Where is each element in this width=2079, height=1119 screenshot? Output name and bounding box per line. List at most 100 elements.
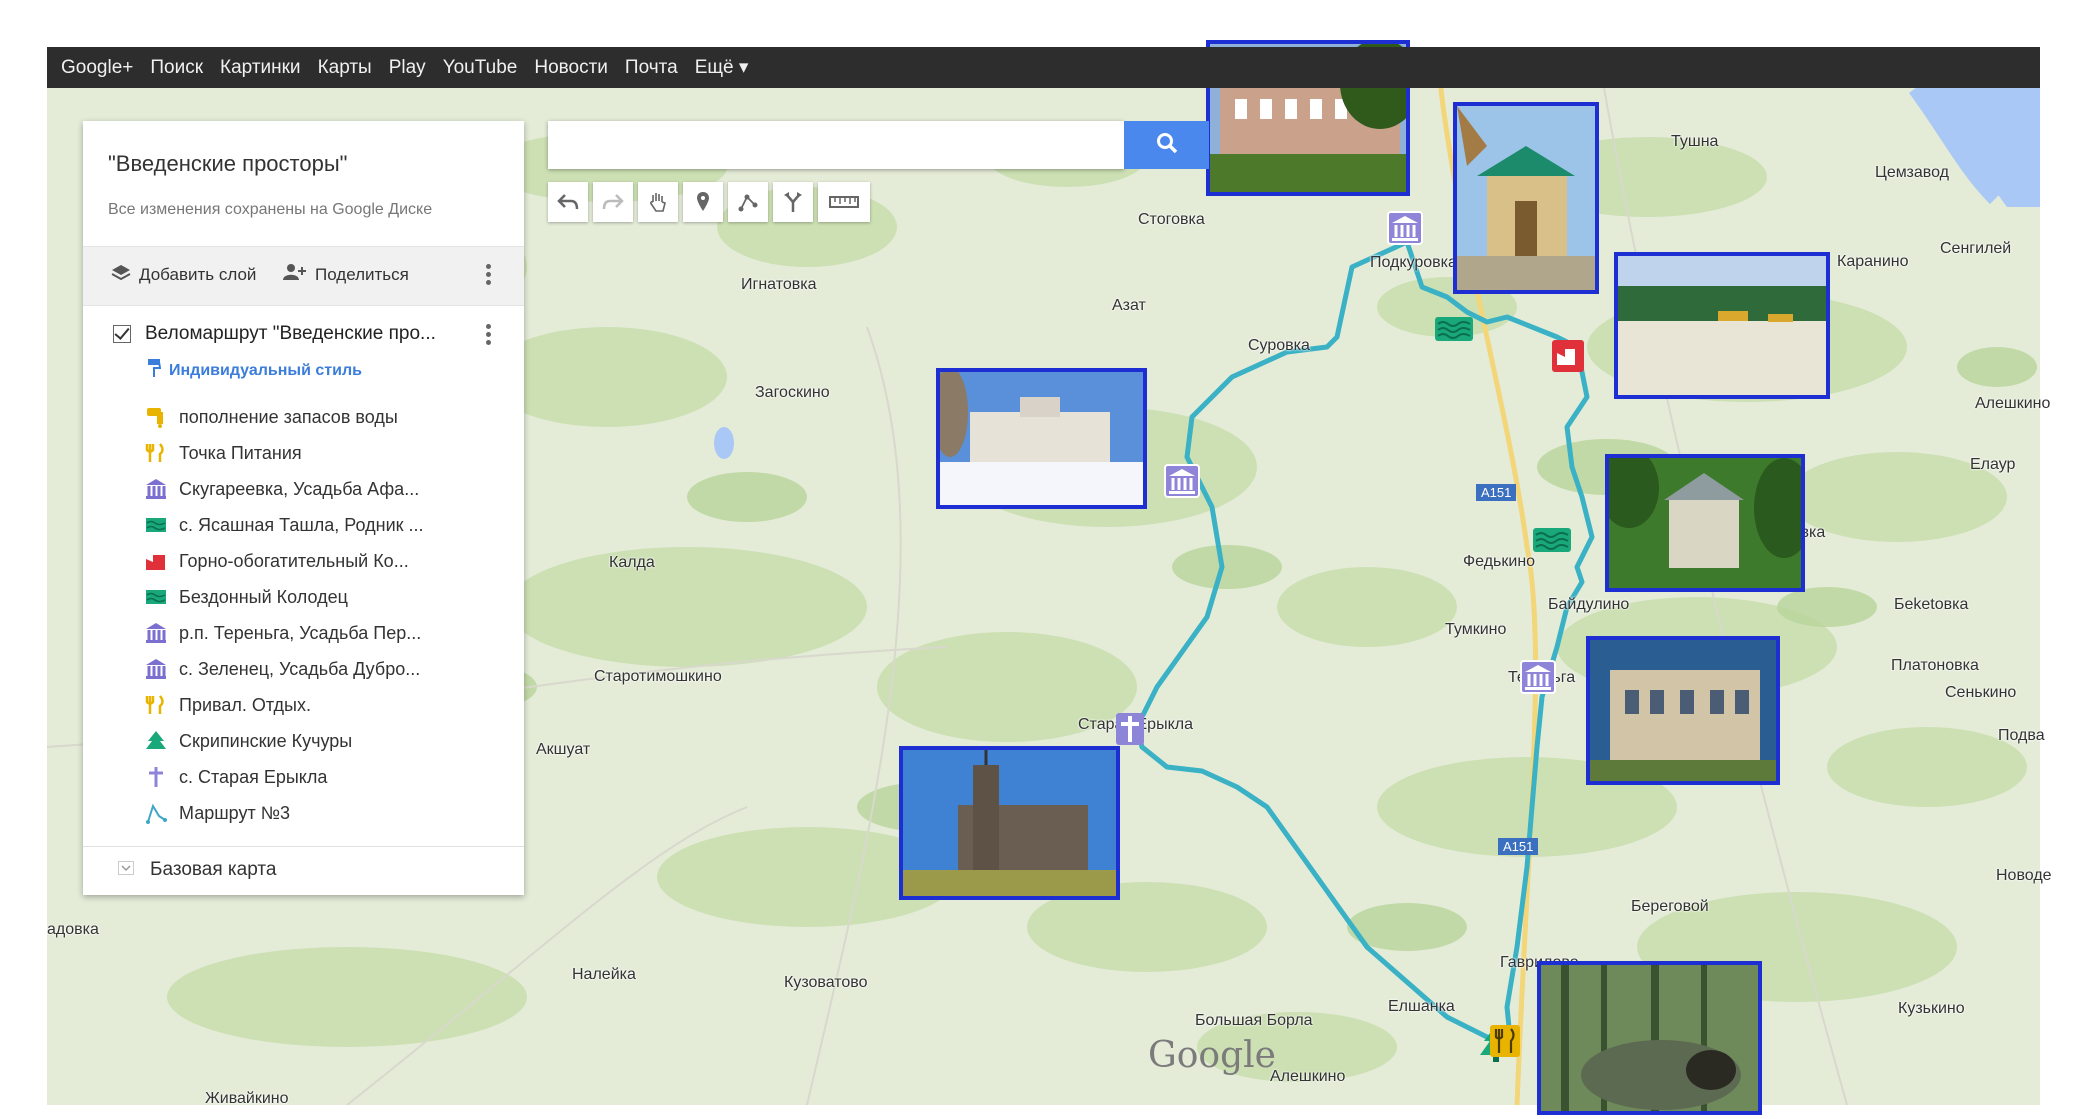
place-label: Каранино — [1837, 253, 1909, 270]
undo-button[interactable] — [548, 182, 588, 222]
legend-item[interactable]: с. Старая Ерыкла — [145, 759, 424, 795]
museum-icon — [1164, 464, 1200, 498]
museum-marker[interactable] — [1164, 464, 1200, 503]
museum-marker[interactable] — [1387, 211, 1423, 250]
place-label: Игнатовка — [741, 276, 817, 293]
legend-item[interactable]: Горно-обогатительный Ко... — [145, 543, 424, 579]
legend-item-label: Горно-обогатительный Ко... — [179, 550, 409, 571]
search-button[interactable] — [1124, 121, 1209, 169]
photo-spring-pavilion[interactable] — [1453, 102, 1599, 294]
draw-line-button[interactable] — [728, 182, 768, 222]
photo-mining-plant[interactable] — [1614, 252, 1830, 399]
legend-item[interactable]: Бездонный Колодец — [145, 579, 424, 615]
search-icon — [1156, 132, 1178, 159]
legend-item[interactable]: Точка Питания — [145, 435, 424, 471]
topbar-link-maps[interactable]: Карты — [318, 57, 372, 79]
factory-icon — [145, 550, 167, 572]
place-label: Беketовка — [1894, 596, 1969, 613]
topbar-link-more[interactable]: Ещё ▾ — [695, 56, 749, 79]
layer-row[interactable]: Веломаршрут "Введенские про... — [113, 316, 513, 352]
add-layer-button[interactable]: Добавить слой — [111, 263, 256, 286]
legend-item[interactable]: р.п. Тереньга, Усадьба Пер... — [145, 615, 424, 651]
photo-church-staraya-erykla[interactable] — [899, 746, 1120, 900]
place-label: Алешкино — [1270, 1068, 1346, 1085]
legend-item[interactable]: с. Зеленец, Усадьба Дубро... — [145, 651, 424, 687]
topbar-link-youtube[interactable]: YouTube — [443, 57, 518, 79]
place-label: Береговой — [1631, 898, 1709, 915]
legend-item-label: пополнение запасов воды — [179, 406, 398, 427]
legend-item-label: с. Ясашная Ташла, Родник ... — [179, 514, 424, 535]
pan-button[interactable] — [638, 182, 678, 222]
measure-button[interactable] — [818, 182, 870, 222]
place-label: адовка — [47, 921, 99, 938]
place-label: Старотимошкино — [594, 668, 722, 685]
fork-knife-icon — [145, 694, 167, 716]
undo-icon — [557, 194, 579, 210]
factory-marker[interactable] — [1551, 339, 1585, 378]
food-marker[interactable] — [1490, 1025, 1520, 1062]
add-marker-button[interactable] — [683, 182, 723, 222]
cross-icon — [1116, 713, 1144, 745]
place-label: Подкуровка — [1370, 254, 1457, 271]
topbar-link-search[interactable]: Поиск — [150, 57, 203, 79]
save-status: Все изменения сохранены на Google Диске — [108, 201, 433, 218]
search-input[interactable] — [548, 121, 1124, 169]
layer-menu-icon[interactable] — [486, 321, 492, 348]
legend-item-label: Скрипинские Кучуры — [179, 730, 353, 751]
share-label: Поделиться — [315, 264, 409, 284]
topbar-link-googleplus[interactable]: Google+ — [61, 57, 133, 79]
redo-button[interactable] — [593, 182, 633, 222]
legend-item[interactable]: пополнение запасов воды — [145, 399, 424, 435]
layers-icon — [111, 263, 131, 286]
style-link[interactable]: Индивидуальный стиль — [147, 358, 362, 383]
place-label: Тумкино — [1445, 621, 1507, 638]
water-tap-icon — [145, 406, 167, 428]
add-layer-label: Добавить слой — [139, 264, 257, 284]
topbar-link-mail[interactable]: Почта — [625, 57, 678, 79]
place-label: Платоновка — [1891, 657, 1979, 674]
place-label: Суровка — [1248, 337, 1310, 354]
water-marker[interactable] — [1532, 527, 1572, 558]
photo-bottomless-well[interactable] — [1605, 454, 1805, 592]
directions-button[interactable] — [773, 182, 813, 222]
map-title[interactable]: "Введенские просторы" — [108, 151, 347, 177]
fork-knife-icon — [1490, 1025, 1520, 1057]
map-pin-icon — [697, 192, 709, 211]
photo-skripinskie-kuchury[interactable] — [1537, 961, 1762, 1115]
cross-marker[interactable] — [1116, 713, 1144, 750]
place-label: Кузькино — [1898, 1000, 1965, 1017]
panel-actions-bar: Добавить слой Поделиться — [83, 246, 524, 306]
layer-name[interactable]: Веломаршрут "Введенские про... — [145, 323, 436, 345]
legend-item[interactable]: с. Ясашная Ташла, Родник ... — [145, 507, 424, 543]
place-label: Тушна — [1671, 133, 1719, 150]
place-label: Азат — [1112, 297, 1146, 314]
topbar-link-play[interactable]: Play — [389, 57, 426, 79]
basemap-toggle[interactable]: Базовая карта — [118, 859, 276, 881]
photo-winter-manor[interactable] — [936, 368, 1147, 509]
place-label: Живайкино — [205, 1090, 289, 1107]
legend-item[interactable]: Привал. Отдых. — [145, 687, 424, 723]
google-topbar: Google+ Поиск Картинки Карты Play YouTub… — [47, 47, 2040, 88]
water-marker[interactable] — [1434, 316, 1474, 347]
legend-item[interactable]: Маршрут №3 — [145, 795, 424, 831]
share-button[interactable]: Поделиться — [283, 263, 409, 286]
legend-item-label: Точка Питания — [179, 442, 302, 463]
topbar-link-news[interactable]: Новости — [534, 57, 608, 79]
road-label-a151: A151 — [1498, 838, 1539, 855]
route-icon — [145, 802, 167, 824]
museum-icon — [145, 622, 167, 644]
legend-item[interactable]: Скугареевка, Усадьба Афа... — [145, 471, 424, 507]
photo-terenga-manor[interactable] — [1586, 636, 1780, 785]
place-label: Налейка — [572, 966, 636, 983]
topbar-link-images[interactable]: Картинки — [220, 57, 301, 79]
legend-item[interactable]: Скрипинские Кучуры — [145, 723, 424, 759]
hand-icon — [650, 193, 666, 212]
place-label: Новоде — [1996, 867, 2052, 884]
legend-list: пополнение запасов воды Точка Питания Скуг… — [145, 399, 424, 831]
place-label: Цемзавод — [1875, 164, 1949, 181]
draw-line-icon — [738, 194, 758, 212]
layer-checkbox[interactable] — [113, 325, 131, 343]
museum-marker[interactable] — [1520, 660, 1556, 699]
legend-item-label: Маршрут №3 — [179, 802, 291, 823]
panel-menu-icon[interactable] — [486, 261, 492, 288]
